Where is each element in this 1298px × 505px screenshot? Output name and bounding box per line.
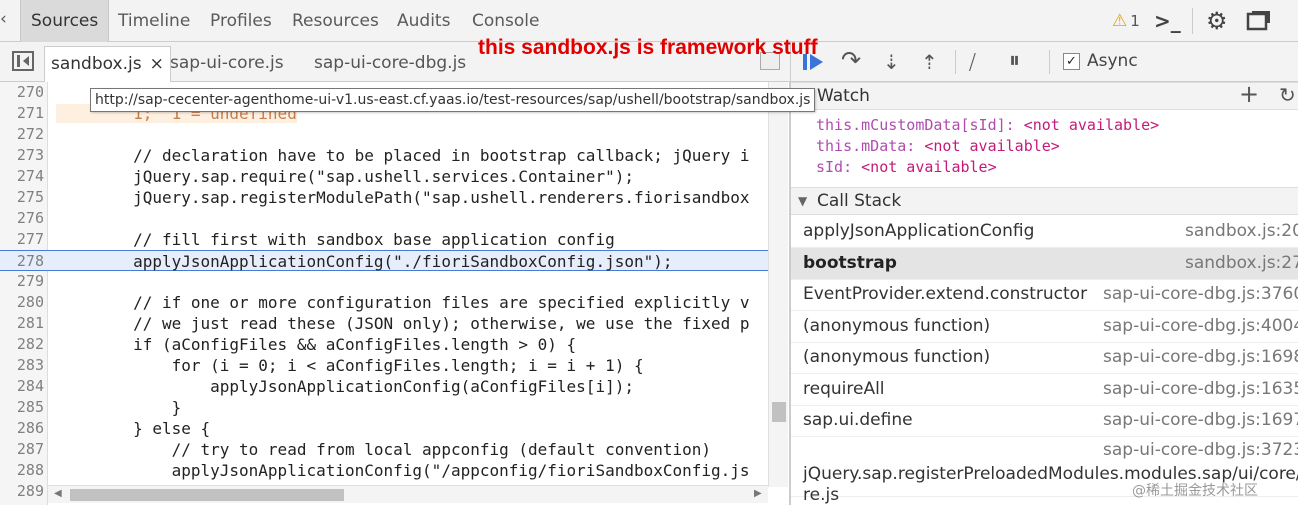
- toolbar-divider: [955, 50, 956, 74]
- back-chevron-icon[interactable]: ‹: [0, 9, 7, 29]
- scroll-thumb[interactable]: [70, 489, 344, 501]
- call-frame-selected[interactable]: bootstrapsandbox.js:278: [791, 248, 1298, 280]
- tab-sap-ui-core-dbg-js[interactable]: sap-ui-core-dbg.js: [308, 46, 472, 82]
- code-editor[interactable]: 270 271 1; 1 = undefined 272 273 // decl…: [0, 82, 790, 505]
- code-line: 286 } else {: [16, 419, 211, 438]
- vertical-scrollbar[interactable]: [768, 82, 788, 487]
- watch-item[interactable]: this.mCustomData[sId]: <not available>: [816, 115, 1159, 136]
- toolbar-divider: [1049, 50, 1050, 74]
- watch-item[interactable]: sId: <not available>: [816, 157, 997, 178]
- step-into-icon[interactable]: ⇣: [883, 50, 900, 74]
- call-frame[interactable]: applyJsonApplicationConfigsandbox.js:200: [791, 216, 1298, 248]
- call-frame[interactable]: (anonymous function) sap-ui-core-dbg.js:4…: [791, 311, 1298, 343]
- paused-statement: applyJsonApplicationConfig("./fioriSandb…: [56, 252, 673, 271]
- deactivate-breakpoints-icon[interactable]: ⧸: [969, 50, 976, 74]
- code-line: 288 applyJsonApplicationConfig("/appconf…: [16, 461, 750, 480]
- tab-audits[interactable]: Audits: [387, 0, 460, 42]
- dock-button[interactable]: [1246, 0, 1272, 42]
- debugger-sidebar: ▼ Watch + ↻ this.mCustomData[sId]: <not …: [790, 81, 1298, 505]
- watermark: @稀土掘金技术社区: [1132, 483, 1258, 499]
- code-line: 277 // fill first with sandbox base appl…: [16, 230, 615, 249]
- warning-icon: ⚠: [1112, 11, 1128, 31]
- async-label: Async: [1087, 51, 1138, 71]
- scroll-thumb[interactable]: [772, 402, 786, 422]
- code-line: 284 applyJsonApplicationConfig(aConfigFi…: [16, 377, 634, 396]
- terminal-icon: >_: [1154, 9, 1181, 33]
- code-line: 287 // try to read from local appconfig …: [16, 440, 712, 459]
- horizontal-scrollbar[interactable]: ◀ ▶: [48, 485, 768, 503]
- tab-label: sandbox.js: [51, 54, 142, 74]
- watch-item[interactable]: this.mData: <not available>: [816, 136, 1060, 157]
- code-line: 280 // if one or more configuration file…: [16, 293, 750, 312]
- watch-header[interactable]: ▼ Watch + ↻: [791, 81, 1298, 110]
- gear-icon: ⚙: [1206, 7, 1228, 35]
- code-line: 285 }: [16, 398, 182, 417]
- call-frame[interactable]: requireAll sap-ui-core-dbg.js:16354: [791, 374, 1298, 406]
- call-stack-header[interactable]: ▼ Call Stack: [791, 187, 1298, 215]
- tab-resources[interactable]: Resources: [282, 0, 389, 42]
- add-watch-icon[interactable]: +: [1239, 81, 1259, 108]
- scroll-left-icon[interactable]: ◀: [54, 488, 62, 499]
- async-checkbox[interactable]: ✓: [1063, 53, 1080, 70]
- warnings-indicator[interactable]: ⚠ 1: [1112, 0, 1140, 42]
- close-icon[interactable]: ×: [150, 54, 164, 74]
- tab-sources[interactable]: Sources: [20, 0, 110, 42]
- scroll-right-icon[interactable]: ▶: [754, 488, 762, 499]
- current-execution-line: 278 applyJsonApplicationConfig("./fioriS…: [0, 250, 768, 271]
- code-line: 272: [16, 125, 44, 143]
- code-line: 281 // we just read these (JSON only); o…: [16, 314, 750, 333]
- warning-count: 1: [1130, 12, 1140, 30]
- code-line: 273 // declaration have to be placed in …: [16, 146, 750, 165]
- tab-timeline[interactable]: Timeline: [108, 0, 200, 42]
- dock-side-icon: [1246, 11, 1270, 31]
- call-frame[interactable]: EventProvider.extend.constructor sap-ui-c…: [791, 279, 1298, 311]
- debugger-toolbar: ↷ ⇣ ⇡ ⧸ ⏸ ✓ Async: [790, 42, 1298, 82]
- toolbar-divider: [1192, 8, 1193, 34]
- tab-profiles[interactable]: Profiles: [200, 0, 282, 42]
- tab-sap-ui-core-js[interactable]: sap-ui-core.js: [164, 46, 290, 82]
- navigator-toggle-icon[interactable]: [12, 51, 34, 71]
- step-out-icon[interactable]: ⇡: [921, 50, 938, 74]
- step-over-icon[interactable]: ↷: [841, 46, 861, 74]
- call-frame[interactable]: sap.ui.define sap-ui-core-dbg.js:16972: [791, 405, 1298, 437]
- annotation-text: this sandbox.js is framework stuff: [478, 36, 818, 59]
- tab-sandbox-js[interactable]: sandbox.js ×: [44, 46, 171, 82]
- file-url-tooltip: http://sap-cecenter-agenthome-ui-v1.us-e…: [90, 88, 816, 112]
- refresh-icon[interactable]: ↻: [1279, 82, 1296, 109]
- code-line: 279: [16, 272, 44, 290]
- pause-on-exceptions-icon[interactable]: ⏸: [1009, 48, 1020, 73]
- console-drawer-button[interactable]: >_: [1154, 0, 1181, 42]
- call-frame[interactable]: (anonymous function) sap-ui-core-dbg.js:1…: [791, 342, 1298, 374]
- code-line: 274 jQuery.sap.require("sap.ushell.servi…: [16, 167, 634, 186]
- code-line: 276: [16, 209, 44, 227]
- code-line: 283 for (i = 0; i < aConfigFiles.length;…: [16, 356, 644, 375]
- code-line: 275 jQuery.sap.registerModulePath("sap.u…: [16, 188, 750, 207]
- code-line: 282 if (aConfigFiles && aConfigFiles.len…: [16, 335, 577, 354]
- settings-button[interactable]: ⚙: [1206, 0, 1228, 42]
- expand-arrow-icon: ▼: [798, 194, 808, 208]
